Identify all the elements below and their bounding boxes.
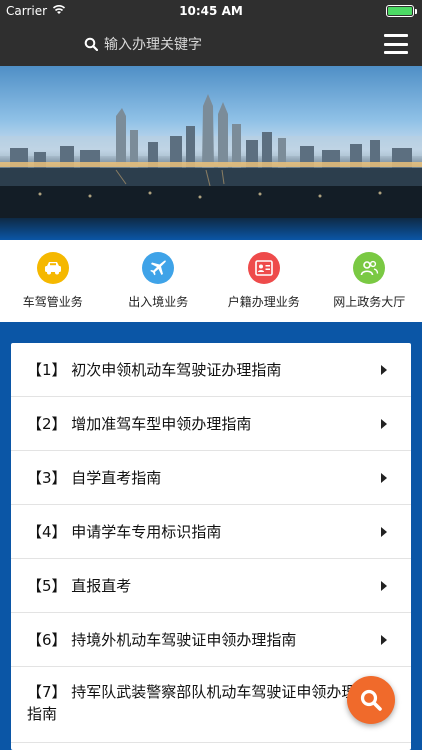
banner-divider xyxy=(0,218,422,240)
list-item-label: 【7】 持军队武装警察部队机动车驾驶证申领办理指南 xyxy=(27,683,357,723)
service-label: 出入境业务 xyxy=(128,295,189,309)
list-item-label: 【2】 增加准驾车型申领办理指南 xyxy=(27,415,252,433)
service-shortcuts: 车驾管业务 出入境业务 户籍办理业务 网上政务大厅 xyxy=(0,240,422,322)
search-icon xyxy=(360,689,382,711)
service-vehicle-driver[interactable]: 车驾管业务 xyxy=(0,240,106,322)
users-icon xyxy=(353,252,386,284)
list-item[interactable]: 【3】 自学直考指南 xyxy=(11,451,411,505)
chevron-right-icon xyxy=(381,418,387,429)
service-household-registration[interactable]: 户籍办理业务 xyxy=(211,240,317,322)
list-item-label: 【1】 初次申领机动车驾驶证办理指南 xyxy=(27,361,282,379)
list-item-label: 【6】 持境外机动车驾驶证申领办理指南 xyxy=(27,631,297,649)
list-item[interactable]: 【1】 初次申领机动车驾驶证办理指南 xyxy=(11,343,411,397)
id-card-icon xyxy=(247,252,280,284)
chevron-right-icon xyxy=(381,472,387,483)
floating-search-button[interactable] xyxy=(347,676,395,724)
search-input[interactable]: 输入办理关键字 xyxy=(84,32,202,56)
airplane-icon xyxy=(142,252,175,284)
chevron-right-icon xyxy=(381,580,387,591)
battery-icon xyxy=(386,5,417,17)
list-item-label: 【3】 自学直考指南 xyxy=(27,469,162,487)
menu-icon[interactable] xyxy=(384,34,408,54)
status-bar: Carrier 10:45 AM xyxy=(0,0,422,22)
service-label: 车驾管业务 xyxy=(22,295,83,309)
list-item[interactable]: 【6】 持境外机动车驾驶证申领办理指南 xyxy=(11,613,411,667)
chevron-right-icon xyxy=(381,526,387,537)
service-entry-exit[interactable]: 出入境业务 xyxy=(106,240,212,322)
list-item-label: 【4】 申请学车专用标识指南 xyxy=(27,523,222,541)
search-placeholder: 输入办理关键字 xyxy=(104,37,202,53)
list-item[interactable]: 【5】 直报直考 xyxy=(11,559,411,613)
list-item[interactable]: 【4】 申请学车专用标识指南 xyxy=(11,505,411,559)
chevron-right-icon xyxy=(381,364,387,375)
chevron-right-icon xyxy=(381,634,387,645)
clock: 10:45 AM xyxy=(179,4,243,18)
list-item-label: 【5】 直报直考 xyxy=(27,577,132,595)
service-label: 户籍办理业务 xyxy=(227,295,300,309)
list-item[interactable]: 【2】 增加准驾车型申领办理指南 xyxy=(11,397,411,451)
service-online-hall[interactable]: 网上政务大厅 xyxy=(317,240,422,322)
nav-bar: 输入办理关键字 xyxy=(0,22,422,66)
service-label: 网上政务大厅 xyxy=(333,295,406,309)
car-icon xyxy=(36,252,69,284)
search-icon xyxy=(84,37,98,51)
banner-image xyxy=(0,66,422,218)
